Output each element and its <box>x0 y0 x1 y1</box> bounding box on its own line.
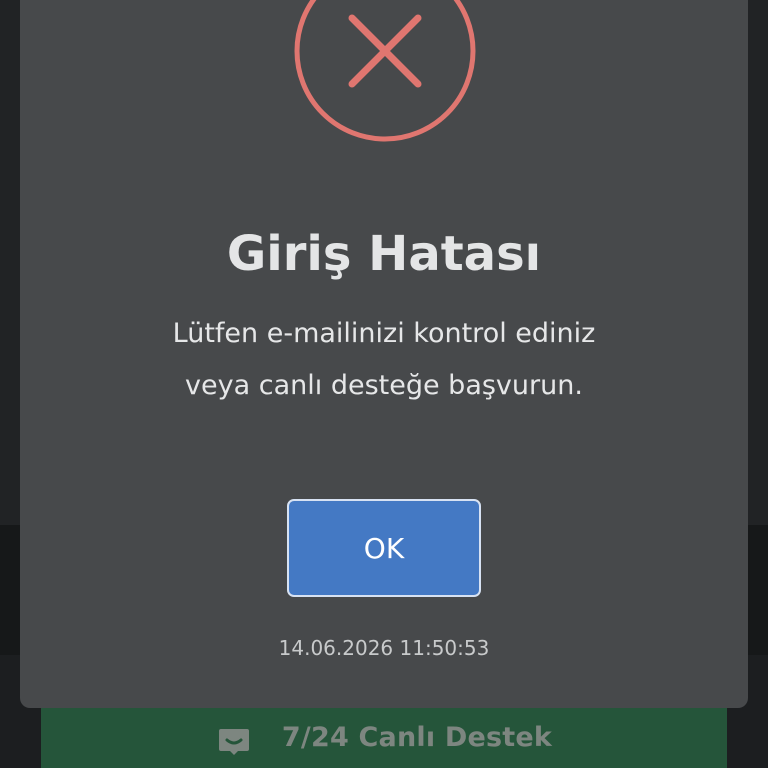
error-x-icon <box>294 0 476 142</box>
live-support-button[interactable]: 7/24 Canlı Destek <box>41 700 727 768</box>
ok-button[interactable]: OK <box>287 499 481 597</box>
chat-bubble-icon <box>218 729 249 755</box>
screen: 7/24 Canlı Destek Giriş Hatası Lütfen e-… <box>0 0 768 768</box>
dialog-message: Lütfen e-mailinizi kontrol ediniz veya c… <box>172 318 596 401</box>
dialog-title: Giriş Hatası <box>226 226 542 282</box>
dialog-timestamp: 14.06.2026 11:50:53 <box>278 636 490 660</box>
live-support-label: 7/24 Canlı Destek <box>281 722 553 753</box>
